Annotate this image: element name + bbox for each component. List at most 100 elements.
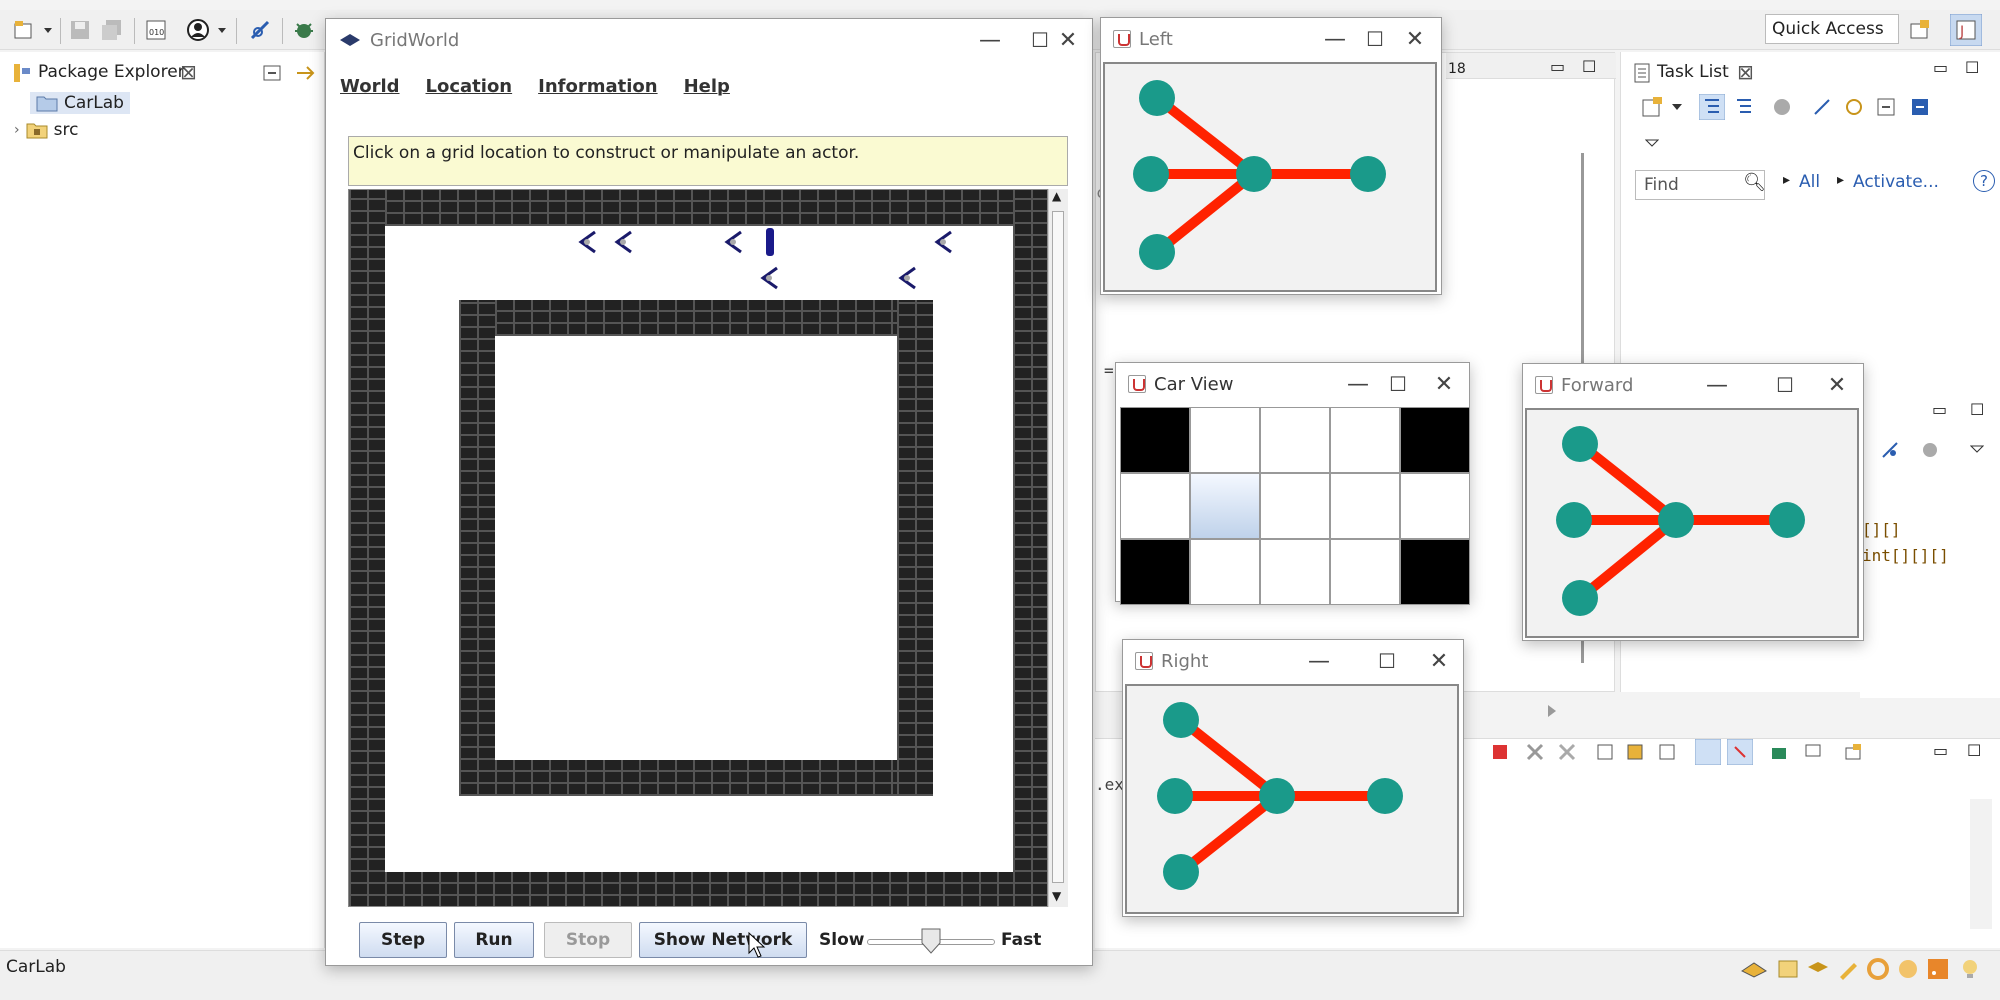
menu-world[interactable]: World bbox=[340, 76, 400, 97]
activate-link[interactable]: Activate... bbox=[1853, 172, 1939, 192]
lifebuoy-icon[interactable] bbox=[1866, 957, 1890, 981]
remove-launch-icon[interactable] bbox=[1525, 742, 1545, 762]
minimize-button[interactable]: — bbox=[966, 19, 1014, 61]
clear-console-icon[interactable] bbox=[1595, 742, 1615, 762]
menu-help[interactable]: Help bbox=[684, 76, 730, 97]
car-actor-icon[interactable] bbox=[759, 264, 781, 292]
tree-item-src[interactable]: › src bbox=[14, 120, 78, 140]
scroll-thumb[interactable] bbox=[1052, 211, 1064, 883]
hat-icon[interactable] bbox=[1740, 957, 1768, 981]
menu-information[interactable]: Information bbox=[538, 76, 657, 97]
show-stderr-icon[interactable] bbox=[1727, 739, 1753, 765]
minimize-button[interactable]: — bbox=[1295, 640, 1343, 682]
maximize-button[interactable]: ☐ bbox=[1363, 640, 1411, 682]
rss-icon[interactable] bbox=[1926, 957, 1950, 981]
scroll-up-icon[interactable]: ▲ bbox=[1052, 189, 1061, 203]
search-icon[interactable]: 🔍︎ bbox=[1743, 172, 1766, 193]
new-dropdown-icon[interactable] bbox=[42, 18, 54, 42]
save-icon[interactable] bbox=[68, 18, 92, 42]
chevron-right-icon[interactable]: › bbox=[14, 122, 20, 138]
editor-tab-count[interactable]: 18 bbox=[1448, 61, 1466, 77]
step-button[interactable]: Step bbox=[359, 922, 447, 958]
car-actor-icon[interactable] bbox=[933, 228, 955, 256]
tree-item-carlab[interactable]: CarLab bbox=[30, 92, 130, 114]
quick-access-field[interactable]: Quick Access bbox=[1765, 14, 1899, 44]
terminate-icon[interactable] bbox=[1490, 742, 1510, 762]
car-actor-selected-icon[interactable] bbox=[763, 226, 777, 258]
debug-skip-icon[interactable] bbox=[248, 18, 272, 42]
maximize-button[interactable]: ☐ bbox=[1374, 363, 1422, 405]
maximize-icon[interactable]: ☐ bbox=[1970, 400, 1984, 419]
new-task-icon[interactable] bbox=[1641, 96, 1665, 118]
minimize-icon[interactable]: ▭ bbox=[1933, 58, 1948, 77]
scroll-down-icon[interactable]: ▼ bbox=[1052, 889, 1061, 903]
car-actor-icon[interactable] bbox=[723, 228, 745, 256]
speed-slider-thumb[interactable] bbox=[919, 927, 943, 955]
minimize-icon[interactable]: ▭ bbox=[1932, 400, 1947, 419]
categorized-icon[interactable] bbox=[1699, 94, 1725, 120]
maximize-icon[interactable]: ☐ bbox=[1582, 57, 1596, 76]
hide-fields-icon[interactable] bbox=[1880, 440, 1900, 460]
maximize-button[interactable]: ☐ bbox=[1761, 364, 1809, 406]
cap-icon[interactable] bbox=[1806, 957, 1830, 981]
word-wrap-icon[interactable] bbox=[1657, 742, 1677, 762]
collapse-all-icon[interactable] bbox=[262, 64, 282, 82]
sync-icon[interactable] bbox=[1920, 440, 1940, 460]
close-button[interactable]: ✕ bbox=[1415, 640, 1463, 682]
open-perspective-icon[interactable] bbox=[1908, 18, 1932, 42]
close-button[interactable]: ✕ bbox=[1044, 19, 1092, 61]
sync-changed-icon[interactable] bbox=[1909, 96, 1931, 118]
task-list-tab[interactable]: Task List bbox=[1657, 62, 1729, 82]
minimize-icon[interactable]: ▭ bbox=[1550, 57, 1565, 76]
close-icon[interactable]: ⊠ bbox=[180, 60, 197, 84]
remove-all-icon[interactable] bbox=[1557, 742, 1577, 762]
view-menu-icon[interactable] bbox=[1970, 444, 1984, 454]
scroll-right-icon[interactable] bbox=[1544, 703, 1560, 719]
hide-completed-icon[interactable] bbox=[1811, 96, 1833, 118]
open-console-icon[interactable] bbox=[1843, 742, 1863, 762]
book-icon[interactable] bbox=[1776, 957, 1800, 981]
debug-icon[interactable] bbox=[292, 18, 316, 42]
scheduled-icon[interactable] bbox=[1733, 96, 1755, 118]
close-icon[interactable]: ⊠ bbox=[1737, 60, 1754, 84]
run-button[interactable]: Run bbox=[454, 922, 534, 958]
car-actor-icon[interactable] bbox=[577, 228, 599, 256]
display-console-icon[interactable] bbox=[1803, 742, 1823, 762]
view-menu-icon[interactable] bbox=[1645, 138, 1659, 148]
dropdown-icon[interactable] bbox=[1671, 102, 1683, 112]
close-button[interactable]: ✕ bbox=[1420, 363, 1468, 405]
close-button[interactable]: ✕ bbox=[1391, 18, 1439, 60]
all-link[interactable]: All bbox=[1799, 172, 1820, 192]
right-titlebar[interactable]: Right bbox=[1123, 640, 1463, 682]
close-button[interactable]: ✕ bbox=[1813, 364, 1861, 406]
grid-vertical-scrollbar[interactable]: ▲ ▼ bbox=[1048, 189, 1068, 907]
menu-location[interactable]: Location bbox=[426, 76, 513, 97]
save-all-icon[interactable] bbox=[100, 18, 124, 42]
binary-icon[interactable]: 010 bbox=[144, 18, 168, 42]
console-scrollbar[interactable] bbox=[1970, 799, 1992, 929]
user-dropdown-icon[interactable] bbox=[216, 18, 228, 42]
show-stdout-icon[interactable] bbox=[1695, 739, 1721, 765]
lightbulb-icon[interactable] bbox=[1958, 957, 1982, 981]
pin-console-icon[interactable] bbox=[1769, 742, 1789, 762]
minimize-button[interactable]: — bbox=[1693, 364, 1741, 406]
car-actor-icon[interactable] bbox=[897, 264, 919, 292]
maximize-icon[interactable]: ☐ bbox=[1967, 741, 1981, 760]
collapse-icon[interactable] bbox=[1875, 96, 1897, 118]
maximize-icon[interactable]: ☐ bbox=[1965, 58, 1979, 77]
new-icon[interactable] bbox=[12, 18, 36, 42]
package-explorer-tab[interactable]: Package Explorer bbox=[38, 62, 185, 82]
car-actor-icon[interactable] bbox=[613, 228, 635, 256]
show-network-button[interactable]: Show Network bbox=[639, 922, 807, 958]
link-editor-icon[interactable] bbox=[294, 64, 316, 82]
sync-icon[interactable] bbox=[1771, 96, 1793, 118]
help-icon[interactable]: ? bbox=[1973, 170, 1995, 192]
scroll-lock-icon[interactable] bbox=[1625, 742, 1645, 762]
minimize-icon[interactable]: ▭ bbox=[1933, 741, 1948, 760]
market-icon[interactable] bbox=[1896, 957, 1920, 981]
java-perspective-icon[interactable]: J bbox=[1950, 14, 1982, 46]
focus-icon[interactable] bbox=[1843, 96, 1865, 118]
stop-button[interactable]: Stop bbox=[544, 922, 632, 958]
grid-canvas[interactable] bbox=[348, 189, 1048, 907]
pencil-icon[interactable] bbox=[1836, 957, 1860, 981]
